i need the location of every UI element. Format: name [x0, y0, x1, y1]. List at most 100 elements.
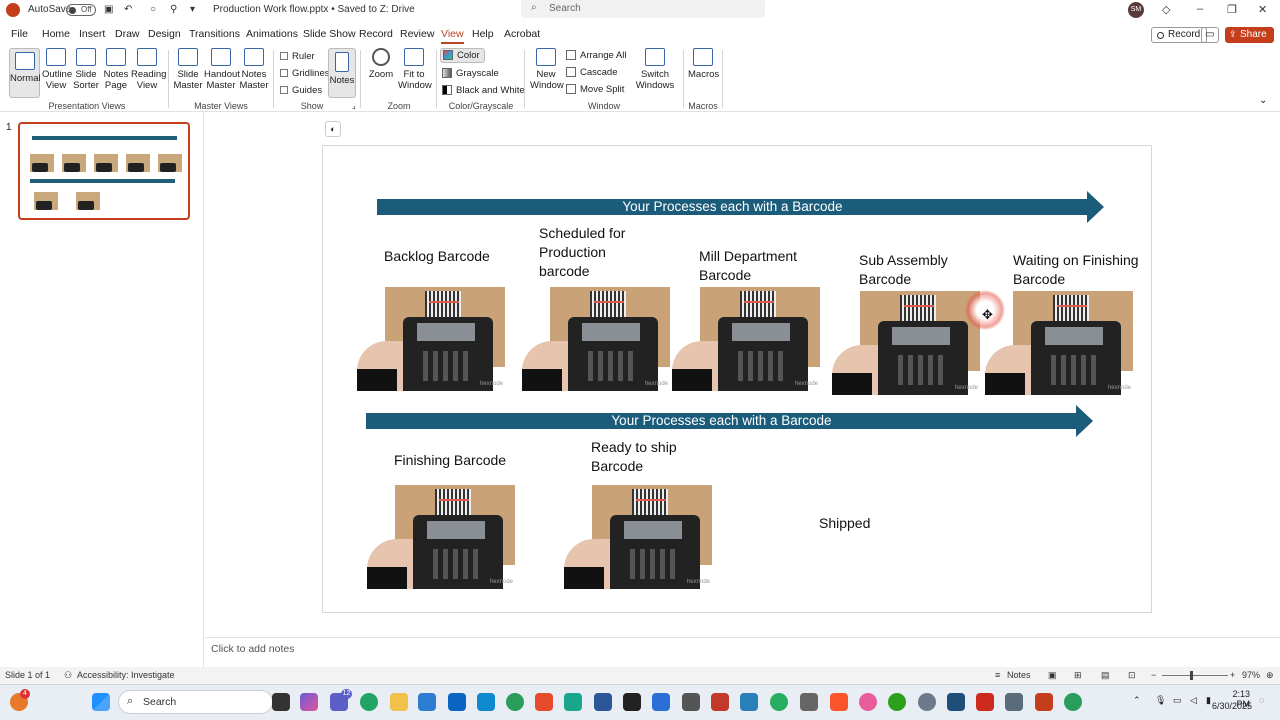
app-icon[interactable] [1064, 693, 1082, 711]
reading-view-button[interactable]: Reading View [131, 48, 166, 91]
slide-canvas[interactable]: Your Processes each with a Barcode Backl… [322, 145, 1152, 613]
chrome-icon[interactable] [770, 693, 788, 711]
app-icon[interactable] [947, 693, 965, 711]
app-icon[interactable] [800, 693, 818, 711]
menu-design[interactable]: Design [148, 28, 181, 40]
minimize-icon[interactable]: – [1197, 3, 1203, 15]
undo-icon[interactable]: ↶ [124, 4, 132, 15]
shipped-label[interactable]: Shipped [819, 514, 899, 533]
barcode-scanner-image[interactable]: hexnode [367, 485, 527, 589]
customize-toolbar-icon[interactable]: ▾ [190, 4, 195, 15]
close-icon[interactable]: ✕ [1258, 3, 1267, 16]
notes-pane[interactable]: Click to add notes [205, 637, 1280, 667]
file-explorer-icon[interactable] [390, 693, 408, 711]
quickbooks-icon[interactable] [888, 693, 906, 711]
slide-thumbnail[interactable] [18, 122, 190, 220]
gridlines-checkbox[interactable]: Gridlines [280, 68, 330, 79]
menu-record[interactable]: Record [359, 28, 393, 40]
barcode-scanner-image[interactable]: hexnode [357, 287, 517, 391]
zoom-slider[interactable] [1162, 671, 1228, 680]
powerpoint-icon[interactable] [1035, 693, 1053, 711]
menu-home[interactable]: Home [42, 28, 70, 40]
switch-windows-button[interactable]: Switch Windows [632, 48, 678, 91]
copilot-app-icon[interactable] [300, 693, 318, 711]
title-search-input[interactable]: ⌕ Search [521, 0, 765, 18]
brave-icon[interactable] [830, 693, 848, 711]
app-icon[interactable] [740, 693, 758, 711]
barcode-scanner-image[interactable]: hexnode [985, 291, 1145, 395]
notes-master-button[interactable]: Notes Master [239, 48, 269, 91]
barcode-scanner-image[interactable]: hexnode [672, 287, 832, 391]
fit-to-window-button[interactable]: Fit to Window [398, 48, 432, 91]
slide-sorter-button[interactable]: Slide Sorter [72, 48, 100, 91]
copilot-icon[interactable]: ◇ [1162, 3, 1170, 16]
battery-icon[interactable]: ▮ [1206, 695, 1211, 706]
reading-view-status-icon[interactable]: ▤ [1101, 670, 1110, 681]
snipping-tool-icon[interactable] [564, 693, 582, 711]
macros-button[interactable]: Macros [688, 48, 719, 80]
ruler-checkbox[interactable]: Ruler [280, 51, 315, 62]
slide-master-button[interactable]: Slide Master [173, 48, 203, 91]
task-view-icon[interactable] [272, 693, 290, 711]
step-label[interactable]: Finishing Barcode [394, 451, 534, 470]
normal-view-status-icon[interactable]: ▣ [1048, 670, 1057, 681]
chevron-up-icon[interactable]: ⌃ [1133, 695, 1141, 706]
step-label[interactable]: Sub Assembly Barcode [859, 251, 969, 289]
share-button[interactable]: ⇪ Share [1225, 27, 1274, 43]
store-icon[interactable] [418, 693, 436, 711]
app-icon[interactable] [711, 693, 729, 711]
user-avatar[interactable]: SM [1128, 2, 1144, 18]
app-icon[interactable] [682, 693, 700, 711]
accessibility-status[interactable]: Accessibility: Investigate [77, 670, 175, 680]
zoom-button[interactable]: Zoom [366, 48, 396, 80]
word-icon[interactable] [594, 693, 612, 711]
speaker-icon[interactable]: ◁ [1190, 695, 1197, 706]
guides-checkbox[interactable]: Guides [280, 85, 322, 96]
copilot-icon[interactable]: ◐ [325, 121, 341, 137]
zoom-level[interactable]: 97% [1242, 670, 1260, 680]
network-icon[interactable]: ▭ [1173, 695, 1182, 706]
app-icon[interactable] [652, 693, 670, 711]
step-label[interactable]: Ready to ship Barcode [591, 438, 701, 476]
windows-start-icon[interactable] [92, 693, 110, 711]
barcode-scanner-image[interactable]: hexnode [564, 485, 724, 589]
menu-transitions[interactable]: Transitions [189, 28, 240, 40]
menu-help[interactable]: Help [472, 28, 494, 40]
dialog-launcher-icon[interactable]: ⌟ [352, 101, 356, 110]
acrobat-icon[interactable] [976, 693, 994, 711]
grayscale-option[interactable]: Grayscale [442, 68, 499, 79]
taskbar-search[interactable]: ⌕ Search [118, 690, 273, 714]
fit-slide-icon[interactable]: ⊕ [1266, 670, 1274, 681]
autosave-toggle[interactable]: Off [66, 4, 96, 16]
notes-page-button[interactable]: Notes Page [102, 48, 130, 91]
arrange-all-button[interactable]: Arrange All [566, 50, 626, 61]
step-label[interactable]: Backlog Barcode [384, 247, 514, 266]
outlook-icon[interactable] [448, 693, 466, 711]
color-option[interactable]: Color [440, 48, 485, 63]
process-arrow-bottom[interactable]: Your Processes each with a Barcode [366, 405, 1093, 437]
record-button[interactable]: Record [1151, 27, 1208, 43]
document-title[interactable]: Production Work flow.pptx • Saved to Z: … [213, 4, 415, 15]
menu-view[interactable]: View [441, 28, 464, 44]
outline-view-button[interactable]: Outline View [42, 48, 72, 91]
menu-insert[interactable]: Insert [79, 28, 105, 40]
menu-slide-show[interactable]: Slide Show [303, 28, 356, 40]
cascade-button[interactable]: Cascade [566, 67, 618, 78]
move-split-button[interactable]: Move Split [566, 84, 624, 95]
menu-animations[interactable]: Animations [246, 28, 298, 40]
new-window-button[interactable]: New Window [530, 48, 564, 91]
process-arrow-top[interactable]: Your Processes each with a Barcode [377, 191, 1104, 223]
collapse-ribbon-icon[interactable]: ⌄ [1259, 95, 1267, 106]
step-label[interactable]: Mill Department Barcode [699, 247, 819, 285]
mail-icon[interactable] [477, 693, 495, 711]
save-icon[interactable]: ▣ [104, 4, 113, 15]
clock-date[interactable]: 6/30/2025 [1212, 701, 1252, 711]
menu-acrobat[interactable]: Acrobat [504, 28, 540, 40]
menu-draw[interactable]: Draw [115, 28, 140, 40]
app-icon[interactable] [859, 693, 877, 711]
settings-gear-icon[interactable] [918, 693, 936, 711]
zoom-in-icon[interactable]: + [1230, 670, 1235, 680]
barcode-scanner-image[interactable]: hexnode [522, 287, 682, 391]
edge-icon[interactable] [360, 693, 378, 711]
slideshow-status-icon[interactable]: ⊡ [1128, 670, 1136, 681]
